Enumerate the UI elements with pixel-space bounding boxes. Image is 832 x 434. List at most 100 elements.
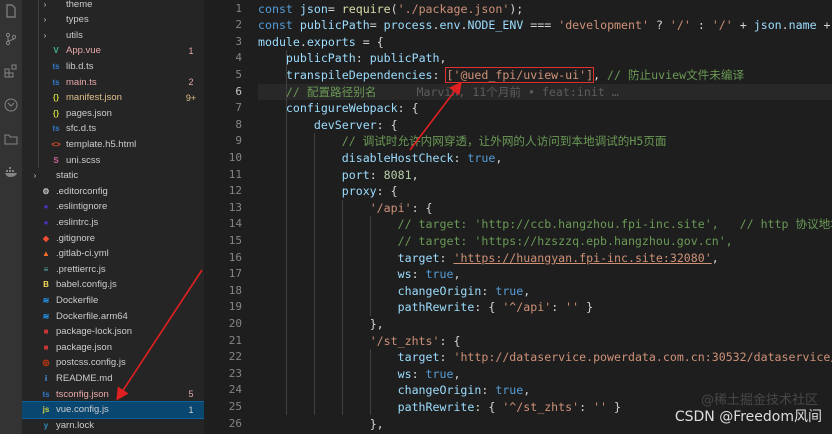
line-number: 5	[235, 67, 242, 81]
code-token: : {	[376, 117, 398, 132]
file-tree-item[interactable]: ≋ Dockerfile.arm64	[22, 308, 204, 324]
code-token: :	[439, 350, 454, 365]
code-line[interactable]: proxy: {	[258, 183, 398, 200]
code-line[interactable]: disableHostCheck: true,	[258, 150, 503, 167]
code-line[interactable]: // target: 'https://hzszzq.epb.hangzhou.…	[258, 233, 733, 250]
folder-icon[interactable]	[2, 130, 20, 148]
code-line[interactable]: port: 8081,	[258, 167, 419, 184]
file-tree-item[interactable]: ■ package-lock.json	[22, 324, 204, 340]
ts-file-icon: ts	[52, 61, 60, 71]
file-tree-item[interactable]: ts main.ts 2	[22, 74, 204, 90]
code-token: port	[341, 167, 370, 182]
file-tree-item[interactable]: ts tsconfig.json 5	[22, 386, 204, 402]
code-line[interactable]: '/api': {	[258, 200, 433, 217]
file-tree-item[interactable]: y yarn.lock	[22, 417, 204, 433]
file-tree-item[interactable]: ● .eslintignore	[22, 199, 204, 215]
code-line[interactable]: const json= require('./package.json');	[258, 1, 523, 18]
code-line[interactable]: '/st_zhts': {	[258, 333, 461, 350]
file-tree-item[interactable]: ≡ .prettierrc.js	[22, 261, 204, 277]
line-number: 21	[228, 333, 242, 347]
file-tree-item[interactable]: Bbabel.config.js	[22, 277, 204, 293]
files-icon[interactable]	[2, 2, 20, 20]
code-token: :	[690, 18, 712, 33]
chevron-right-icon[interactable]: ›	[40, 15, 50, 24]
code-line[interactable]: // 调试时允许内网穿透，让外网的人访问到本地调试的H5页面	[258, 133, 667, 150]
code-line[interactable]: target: 'http://dataservice.powerdata.co…	[258, 349, 832, 366]
file-tree-label: .prettierrc.js	[56, 263, 106, 275]
file-tree-item[interactable]: ▲ .gitlab-ci.yml	[22, 246, 204, 262]
indent-guide	[286, 50, 287, 416]
file-tree-item[interactable]: {} manifest.json 9+	[22, 90, 204, 106]
file-tree-item[interactable]: ● .eslintrc.js	[22, 214, 204, 230]
file-tree-label: tsconfig.json	[56, 388, 109, 400]
line-number: 25	[228, 399, 242, 413]
file-tree-item[interactable]: › types	[22, 12, 204, 28]
code-line[interactable]: changeOrigin: true,	[258, 382, 531, 399]
file-tree-item[interactable]: ■ package.json	[22, 339, 204, 355]
npm-file-icon: ■	[43, 327, 49, 337]
code-token: ,	[453, 366, 461, 381]
file-tree-item[interactable]: js vue.config.js 1	[22, 400, 204, 419]
code-token: }	[607, 399, 621, 414]
line-number: 3	[235, 34, 242, 48]
file-tree-item[interactable]: › utils	[22, 27, 204, 43]
file-tree-item[interactable]: ts lib.d.ts	[22, 58, 204, 74]
code-line[interactable]: const publicPath= process.env.NODE_ENV =…	[258, 17, 831, 34]
code-token: : {	[439, 333, 461, 348]
code-token: process	[383, 18, 433, 33]
file-tree-item[interactable]: Suni.scss	[22, 152, 204, 168]
code-token: 8081	[383, 167, 412, 182]
file-tree-label: sfc.d.ts	[66, 123, 97, 135]
code-line[interactable]: transpileDependencies: ['@ued_fpi/uview-…	[258, 66, 744, 84]
code-editor[interactable]: const json= require('./package.json'); co…	[258, 0, 832, 434]
file-tree-item[interactable]: ts sfc.d.ts	[22, 121, 204, 137]
code-token: :	[439, 250, 454, 265]
line-number: 13	[228, 200, 242, 214]
code-line[interactable]: // 配置路径别名 Marvin, 11个月前 • feat:init …	[258, 83, 832, 101]
source-control-icon[interactable]	[2, 30, 20, 48]
code-token: 'https://huangyan.fpi-inc.site:32080'	[453, 250, 712, 265]
chevron-right-icon[interactable]: ›	[30, 171, 40, 180]
extensions-icon[interactable]	[2, 62, 20, 80]
code-line[interactable]: module.exports = {	[258, 34, 384, 51]
code-line[interactable]: },	[258, 416, 384, 433]
line-number: 14	[228, 217, 242, 231]
json-file-icon: {}	[52, 93, 60, 103]
file-tree-item[interactable]: {} pages.json	[22, 105, 204, 121]
file-tree-label: main.ts	[66, 76, 97, 88]
code-token: exports	[306, 34, 356, 49]
file-tree-item[interactable]: V App.vue 1	[22, 43, 204, 59]
code-token: '/st_zhts'	[369, 333, 440, 348]
code-token: ,	[453, 267, 461, 282]
file-tree-item[interactable]: › static	[22, 168, 204, 184]
code-line[interactable]: ws: true,	[258, 366, 461, 383]
code-token: true	[425, 366, 454, 381]
file-tree-item[interactable]: ≋ Dockerfile	[22, 292, 204, 308]
file-tree-item[interactable]: ⚙ .editorconfig	[22, 183, 204, 199]
file-tree-item[interactable]: ◎ postcss.config.js	[22, 355, 204, 371]
code-line[interactable]: devServer: {	[258, 117, 398, 134]
line-number: 16	[228, 250, 242, 264]
file-tree-item[interactable]: <> template.h5.html	[22, 136, 204, 152]
chevron-right-icon[interactable]: ›	[40, 31, 50, 40]
chevron-right-icon[interactable]: ›	[40, 0, 50, 9]
code-line[interactable]: },	[258, 316, 384, 333]
code-line[interactable]: target: 'https://huangyan.fpi-inc.site:3…	[258, 250, 719, 267]
code-line[interactable]: pathRewrite: { '^/api': '' }	[258, 299, 593, 316]
file-tree-item[interactable]: › theme	[22, 0, 204, 12]
file-tree-item[interactable]: ◆ .gitignore	[22, 230, 204, 246]
code-line[interactable]: // target: 'http://ccb.hangzhou.fpi-inc.…	[258, 216, 832, 233]
file-tree-item[interactable]: i README.md	[22, 370, 204, 386]
docker-icon[interactable]	[2, 162, 20, 180]
code-line[interactable]: pathRewrite: { '^/st_zhts': '' }	[258, 399, 621, 416]
code-line[interactable]: changeOrigin: true,	[258, 283, 531, 300]
code-line[interactable]: configureWebpack: {	[258, 100, 419, 117]
remote-explorer-icon[interactable]	[2, 96, 20, 114]
code-token: '/'	[711, 18, 733, 33]
code-line[interactable]: ws: true,	[258, 266, 461, 283]
code-token: : {	[376, 184, 398, 199]
indent-guide	[314, 133, 315, 416]
watermark-text: CSDN @Freedom风间	[674, 409, 822, 425]
